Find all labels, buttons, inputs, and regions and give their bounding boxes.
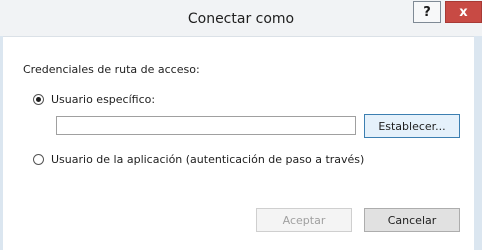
set-credentials-button[interactable]: Establecer... [364, 114, 460, 138]
close-icon: x [459, 4, 468, 20]
app-user-label: Usuario de la aplicación (autenticación … [51, 153, 365, 166]
credentials-path-input[interactable] [56, 116, 356, 135]
window-left-border [0, 36, 3, 250]
specific-user-radio[interactable] [33, 94, 44, 105]
window-right-border [474, 36, 482, 250]
close-button[interactable]: x [445, 1, 482, 23]
app-user-radio[interactable] [33, 154, 44, 165]
specific-user-option[interactable]: Usuario específico: [33, 93, 155, 106]
help-button[interactable]: ? [413, 1, 441, 23]
specific-user-label: Usuario específico: [51, 93, 156, 106]
window-title: Conectar como [187, 11, 295, 27]
accept-button[interactable]: Aceptar [256, 208, 352, 232]
credentials-section-label: Credenciales de ruta de acceso: [23, 63, 200, 76]
cancel-button[interactable]: Cancelar [364, 208, 460, 232]
question-mark-icon: ? [423, 4, 431, 20]
app-user-option[interactable]: Usuario de la aplicación (autenticación … [33, 153, 364, 166]
